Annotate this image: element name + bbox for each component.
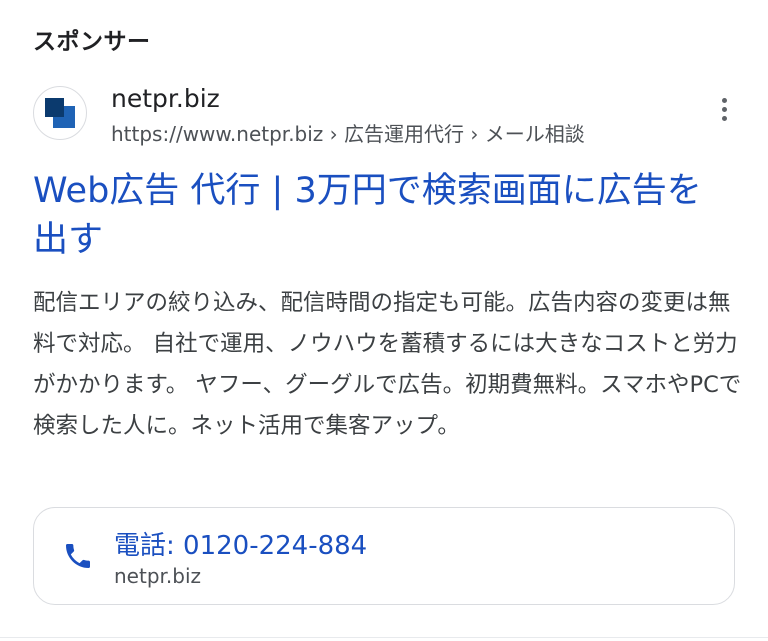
ad-description: 配信エリアの絞り込み、配信時間の指定も可能。広告内容の変更は無料で対応。 自社で… <box>33 290 742 439</box>
display-url[interactable]: https://www.netpr.biz › 広告運用代行 › メール相談 <box>111 118 585 147</box>
site-info-row[interactable]: netpr.biz https://www.netpr.biz › 広告運用代行… <box>33 84 733 147</box>
sponsored-label: スポンサー <box>33 29 151 55</box>
call-button[interactable]: 電話: 0120-224-884 netpr.biz <box>33 507 735 605</box>
ad-headline-link[interactable]: Web広告 代行 | 3万円で検索画面に広告を出す <box>33 167 733 265</box>
divider <box>0 637 768 638</box>
sponsored-ad-card: スポンサー netpr.biz https://www.netpr.biz › … <box>0 0 768 641</box>
call-domain: netpr.biz <box>114 564 202 588</box>
site-name[interactable]: netpr.biz <box>111 84 220 113</box>
more-vert-icon[interactable] <box>716 98 732 128</box>
phone-icon <box>66 544 90 568</box>
phone-number-label[interactable]: 電話: 0120-224-884 <box>114 525 367 562</box>
netpr-logo-icon <box>33 86 87 140</box>
